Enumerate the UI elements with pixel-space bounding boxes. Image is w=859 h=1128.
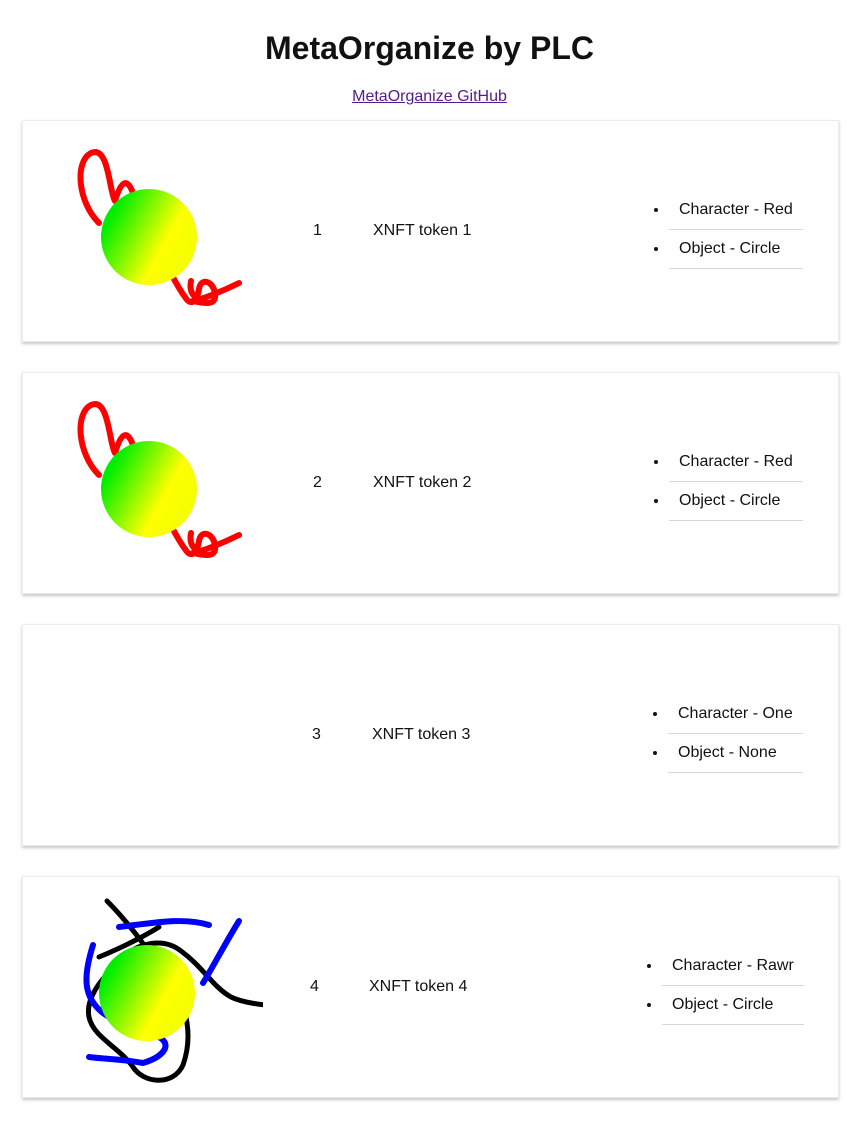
- token-card[interactable]: 2 XNFT token 2 Character - Red Object - …: [22, 372, 839, 594]
- trait-item: Object - Circle: [662, 986, 804, 1025]
- trait-list: Character - One Object - None: [650, 695, 803, 773]
- trait-list: Character - Red Object - Circle: [651, 191, 803, 269]
- token-card[interactable]: 3 XNFT token 3 Character - One Object - …: [22, 624, 839, 846]
- token-artwork: [23, 121, 263, 341]
- token-name: XNFT token 2: [373, 474, 472, 491]
- page-title: MetaOrganize by PLC: [265, 30, 594, 66]
- token-artwork: [23, 877, 263, 1097]
- token-number: 1: [313, 222, 322, 239]
- token-card[interactable]: 1 XNFT token 1 Character - Red Object - …: [22, 120, 839, 342]
- token-number: 2: [313, 474, 322, 491]
- trait-item: Object - Circle: [669, 230, 803, 269]
- trait-item: Object - None: [668, 734, 803, 773]
- trait-list: Character - Rawr Object - Circle: [644, 947, 804, 1025]
- token-card[interactable]: 4 XNFT token 4 Character - Rawr Object -…: [22, 876, 839, 1098]
- trait-item: Character - Red: [669, 191, 803, 230]
- token-list: 1 XNFT token 1 Character - Red Object - …: [22, 120, 839, 1128]
- red-scribble-circle-image: [77, 149, 242, 307]
- token-artwork: [23, 373, 263, 593]
- black-blue-scribble-circle-image: [83, 898, 263, 1083]
- trait-item: Character - Rawr: [662, 947, 804, 986]
- token-name: XNFT token 3: [372, 726, 471, 743]
- token-name: XNFT token 1: [373, 222, 472, 239]
- trait-item: Character - Red: [669, 443, 803, 482]
- token-number: 3: [312, 726, 321, 743]
- github-link-container: MetaOrganize GitHub: [0, 87, 859, 107]
- trait-item: Object - Circle: [669, 482, 803, 521]
- token-artwork: [23, 625, 263, 845]
- trait-list: Character - Red Object - Circle: [651, 443, 803, 521]
- trait-item: Character - One: [668, 695, 803, 734]
- token-number: 4: [310, 978, 319, 995]
- red-scribble-circle-image: [77, 401, 242, 559]
- github-link[interactable]: MetaOrganize GitHub: [352, 88, 507, 105]
- token-name: XNFT token 4: [369, 978, 468, 995]
